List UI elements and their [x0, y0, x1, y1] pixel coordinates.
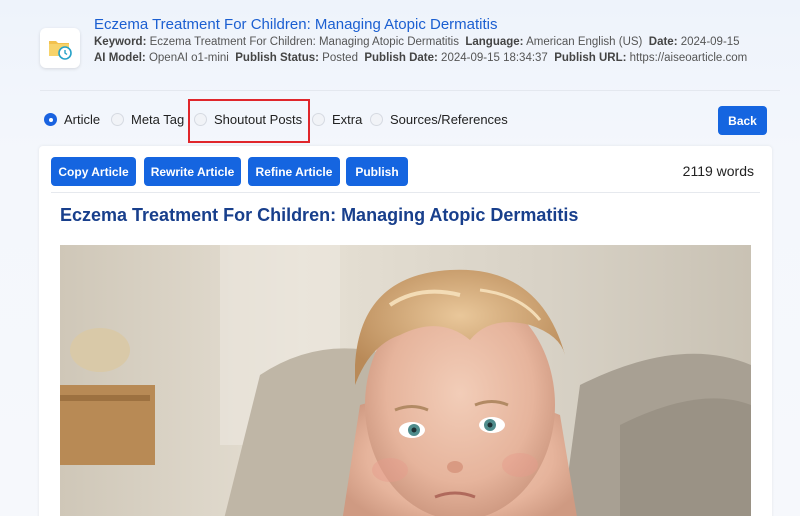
- radio-dot[interactable]: [312, 113, 325, 126]
- tab-label: Extra: [332, 112, 363, 127]
- article-heading: Eczema Treatment For Children: Managing …: [60, 205, 579, 225]
- tab-label: Article: [64, 112, 101, 127]
- highlight-annotation: [188, 99, 310, 143]
- tab-label: Meta Tag: [131, 112, 185, 127]
- publish-date-value: 2024-09-15 18:34:37: [441, 52, 548, 64]
- header-divider: [40, 90, 780, 91]
- publish-url-label: Publish URL:: [554, 52, 627, 64]
- tab-sources-references[interactable]: Sources/References: [370, 112, 508, 127]
- keyword-label: Keyword:: [94, 36, 147, 48]
- status-label: Publish Status:: [235, 52, 319, 64]
- publish-url-value: https://aiseoarticle.com: [629, 52, 748, 64]
- article-header: Eczema Treatment For Children: Managing …: [40, 14, 780, 74]
- rewrite-article-button[interactable]: Rewrite Article: [144, 157, 241, 186]
- date-value: 2024-09-15: [680, 36, 740, 48]
- back-button[interactable]: Back: [718, 106, 767, 135]
- folder-clock-icon: [40, 28, 80, 68]
- article-hero-image: [60, 245, 751, 516]
- word-count: 2119 words: [682, 163, 754, 179]
- model-value: OpenAI o1-mini: [148, 52, 229, 64]
- language-value: American English (US): [526, 36, 643, 48]
- tab-extra[interactable]: Extra: [312, 112, 362, 127]
- meta-line-1: Keyword: Eczema Treatment For Children: …: [94, 36, 740, 48]
- refine-article-button[interactable]: Refine Article: [248, 157, 340, 186]
- publish-date-label: Publish Date:: [364, 52, 438, 64]
- publish-button[interactable]: Publish: [346, 157, 408, 186]
- meta-line-2: AI Model: OpenAI o1-mini Publish Status:…: [94, 52, 747, 64]
- radio-dot[interactable]: [111, 113, 124, 126]
- tab-label: Sources/References: [390, 112, 508, 127]
- card-divider: [51, 192, 760, 193]
- copy-article-button[interactable]: Copy Article: [51, 157, 136, 186]
- article-title-link[interactable]: Eczema Treatment For Children: Managing …: [94, 16, 498, 33]
- radio-dot[interactable]: [44, 113, 57, 126]
- date-label: Date:: [648, 36, 678, 48]
- keyword-value: Eczema Treatment For Children: Managing …: [149, 36, 459, 48]
- status-value: Posted: [322, 52, 358, 64]
- language-label: Language:: [465, 36, 524, 48]
- tab-meta-tag[interactable]: Meta Tag: [111, 112, 184, 127]
- model-label: AI Model:: [94, 52, 146, 64]
- radio-dot[interactable]: [370, 113, 383, 126]
- article-card: Copy Article Rewrite Article Refine Arti…: [39, 146, 772, 516]
- tab-article[interactable]: Article: [44, 112, 100, 127]
